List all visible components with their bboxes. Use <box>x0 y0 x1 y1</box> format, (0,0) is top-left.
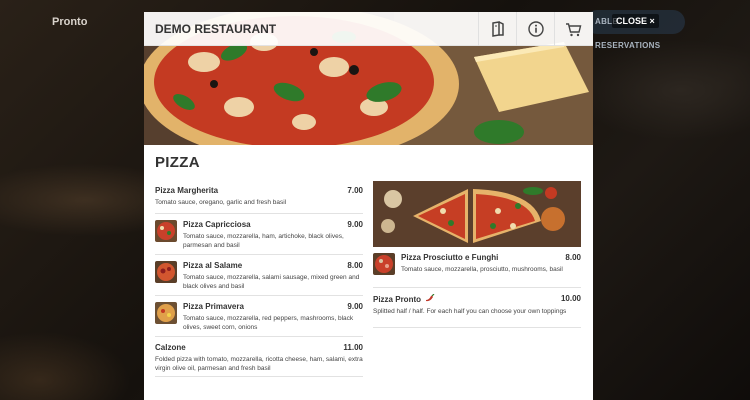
item-price: 8.00 <box>347 261 363 270</box>
featured-pizza-image <box>373 181 581 247</box>
item-description: Splitted half / half. For each half you … <box>373 308 567 315</box>
close-button[interactable]: CLOSE × <box>612 14 659 28</box>
menu-item[interactable]: Pizza Margherita 7.00 Tomato sauce, oreg… <box>155 180 363 214</box>
item-name: Pizza Prosciutto e Funghi <box>401 253 499 262</box>
item-name: Pizza Margherita <box>155 186 219 195</box>
menu-column-right: Pizza Prosciutto e Funghi 8.00 Tomato sa… <box>373 180 581 328</box>
item-thumbnail <box>373 253 395 275</box>
chili-pepper-icon <box>426 293 435 302</box>
item-price: 9.00 <box>347 220 363 229</box>
item-thumbnail <box>155 302 177 324</box>
cart-button[interactable] <box>554 12 592 46</box>
item-thumbnail <box>155 261 177 283</box>
item-name: Calzone <box>155 343 186 352</box>
menu-item[interactable]: Pizza Capricciosa 9.00 Tomato sauce, moz… <box>155 214 363 255</box>
item-description: Tomato sauce, oregano, garlic and fresh … <box>155 199 287 206</box>
modal-header: DEMO RESTAURANT <box>144 12 593 46</box>
item-name: Pizza Capricciosa <box>183 220 251 229</box>
restaurant-name: DEMO RESTAURANT <box>155 22 277 36</box>
item-price: 10.00 <box>560 294 581 303</box>
item-name-row: Pizza Pronto <box>373 293 581 304</box>
item-name: Pizza Primavera <box>183 302 244 311</box>
item-price: 7.00 <box>347 186 363 195</box>
item-price: 9.00 <box>347 302 363 311</box>
menu-item[interactable]: Pizza Pronto 10.00 Splitted half / half.… <box>373 288 581 328</box>
info-icon <box>527 21 544 37</box>
item-description: Tomato sauce, mozzarella, ham, artichoke… <box>183 233 344 249</box>
item-description: Tomato sauce, mozzarella, salami sausage… <box>183 274 360 290</box>
section-title: PIZZA <box>155 154 200 171</box>
menu-book-button[interactable] <box>478 12 516 46</box>
menu-item[interactable]: Pizza al Salame 8.00 Tomato sauce, mozza… <box>155 255 363 296</box>
item-thumbnail <box>155 220 177 242</box>
item-name: Pizza Pronto <box>373 295 422 304</box>
item-description: Tomato sauce, mozzarella, red peppers, m… <box>183 315 354 331</box>
menu-book-icon <box>491 21 504 37</box>
restaurant-menu-modal: DEMO RESTAURANT PIZZA Pizza Margherita 7… <box>144 12 593 400</box>
item-price: 11.00 <box>343 343 363 352</box>
item-name: Pizza al Salame <box>183 261 243 270</box>
menu-item[interactable]: Calzone 11.00 Folded pizza with tomato, … <box>155 337 363 377</box>
menu-item[interactable]: Pizza Prosciutto e Funghi 8.00 Tomato sa… <box>373 247 581 288</box>
app-brand: Pronto <box>52 16 88 28</box>
item-description: Folded pizza with tomato, mozzarella, ri… <box>155 356 363 372</box>
info-button[interactable] <box>516 12 554 46</box>
item-description: Tomato sauce, mozzarella, prosciutto, mu… <box>401 266 563 273</box>
menu-item[interactable]: Pizza Primavera 9.00 Tomato sauce, mozza… <box>155 296 363 337</box>
item-price: 8.00 <box>565 253 581 262</box>
cart-icon <box>566 22 582 36</box>
menu-column-left: Pizza Margherita 7.00 Tomato sauce, oreg… <box>155 180 363 377</box>
